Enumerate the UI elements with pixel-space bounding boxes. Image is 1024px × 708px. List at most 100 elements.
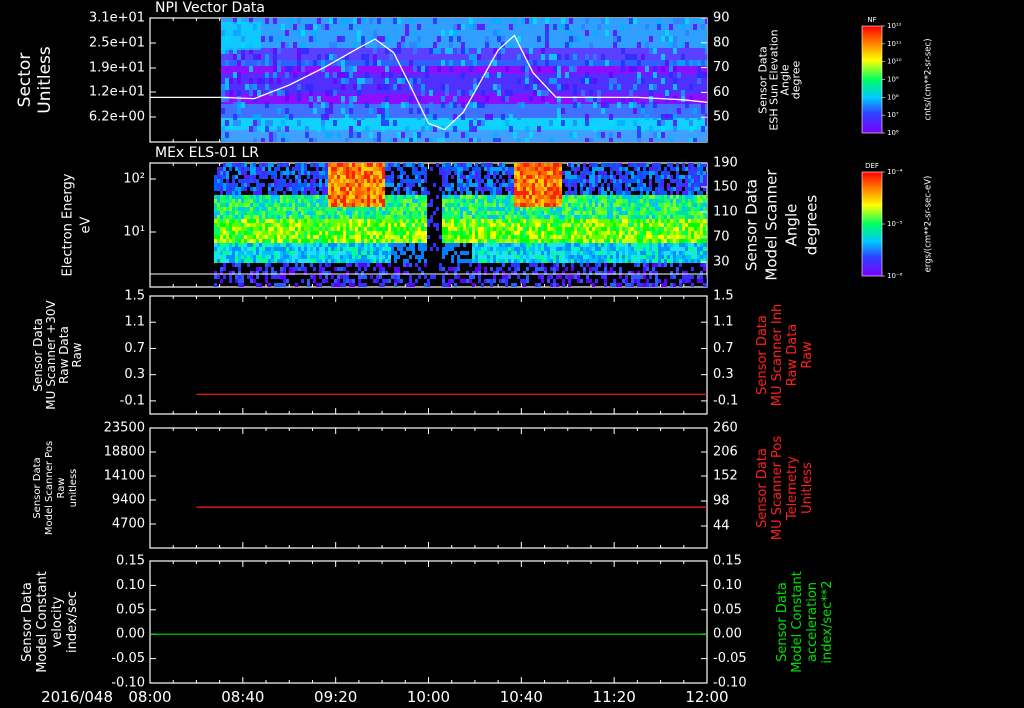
els-cell [481, 203, 484, 207]
els-cell [514, 167, 517, 171]
els-cell [322, 207, 325, 211]
npi-cell [673, 84, 677, 90]
npi-cell [625, 54, 629, 60]
els-cell [451, 259, 454, 263]
els-cell [343, 215, 346, 219]
els-cell [508, 183, 511, 187]
els-cell [238, 251, 241, 255]
els-cell [619, 183, 622, 187]
els-cell [259, 187, 262, 191]
els-cell [697, 255, 700, 259]
npi-cell [657, 132, 661, 138]
els-cell [415, 179, 418, 183]
els-cell [346, 235, 349, 239]
els-cell [274, 207, 277, 211]
els-cell [349, 263, 352, 267]
els-cell [442, 199, 445, 203]
npi-cell [345, 72, 349, 78]
els-cell [661, 183, 664, 187]
els-cell [355, 171, 358, 175]
els-cell [295, 231, 298, 235]
els-cell [235, 203, 238, 207]
els-cell [412, 219, 415, 223]
els-cell [394, 163, 397, 167]
els-cell [562, 231, 565, 235]
els-cell [220, 211, 223, 215]
els-cell [229, 183, 232, 187]
els-cell [583, 267, 586, 271]
els-cell [673, 199, 676, 203]
els-cell [301, 259, 304, 263]
els-cell [415, 207, 418, 211]
els-cell [622, 255, 625, 259]
els-cell [388, 247, 391, 251]
npi-cell [353, 96, 357, 102]
els-cell [520, 223, 523, 227]
els-cell [619, 211, 622, 215]
els-cell [322, 191, 325, 195]
els-cell [499, 255, 502, 259]
els-cell [460, 207, 463, 211]
els-cell [247, 251, 250, 255]
els-cell [448, 203, 451, 207]
els-cell [277, 195, 280, 199]
els-cell [409, 163, 412, 167]
els-cell [637, 187, 640, 191]
els-cell [370, 247, 373, 251]
els-cell [241, 179, 244, 183]
els-cell [544, 171, 547, 175]
npi-cell [325, 24, 329, 30]
els-cell [301, 243, 304, 247]
els-cell [352, 231, 355, 235]
els-cell [601, 251, 604, 255]
npi-cell [661, 66, 665, 72]
els-cell [292, 223, 295, 227]
els-cell [634, 251, 637, 255]
els-cell [370, 191, 373, 195]
els-cell [379, 203, 382, 207]
els-cell [256, 167, 259, 171]
els-cell [256, 187, 259, 191]
els-cell [580, 203, 583, 207]
els-cell [505, 215, 508, 219]
els-cell [217, 171, 220, 175]
els-cell [619, 219, 622, 223]
els-cell [241, 199, 244, 203]
els-cell [448, 195, 451, 199]
els-cell [217, 223, 220, 227]
els-cell [571, 215, 574, 219]
els-cell [547, 207, 550, 211]
els-cell [511, 263, 514, 267]
els-cell [256, 215, 259, 219]
npi-cell [357, 36, 361, 42]
els-cell [625, 235, 628, 239]
els-cell [343, 283, 346, 287]
els-cell [406, 183, 409, 187]
els-cell [325, 215, 328, 219]
els-cell [463, 227, 466, 231]
els-cell [340, 175, 343, 179]
els-cell [358, 247, 361, 251]
els-cell [520, 235, 523, 239]
els-cell [274, 171, 277, 175]
els-cell [340, 239, 343, 243]
els-cell [574, 227, 577, 231]
els-cell [457, 183, 460, 187]
els-cell [619, 203, 622, 207]
npi-cell [701, 102, 705, 108]
npi-cell [377, 84, 381, 90]
els-cell [568, 283, 571, 287]
els-cell [553, 211, 556, 215]
els-cell [496, 243, 499, 247]
els-cell [592, 199, 595, 203]
els-cell [496, 167, 499, 171]
npi-cell [305, 126, 309, 132]
els-cell [505, 171, 508, 175]
els-cell [304, 239, 307, 243]
npi-cell [673, 78, 677, 84]
els-cell [229, 195, 232, 199]
npi-cell [241, 54, 245, 60]
els-cell [277, 179, 280, 183]
npi-cell [409, 18, 413, 24]
els-cell [640, 187, 643, 191]
